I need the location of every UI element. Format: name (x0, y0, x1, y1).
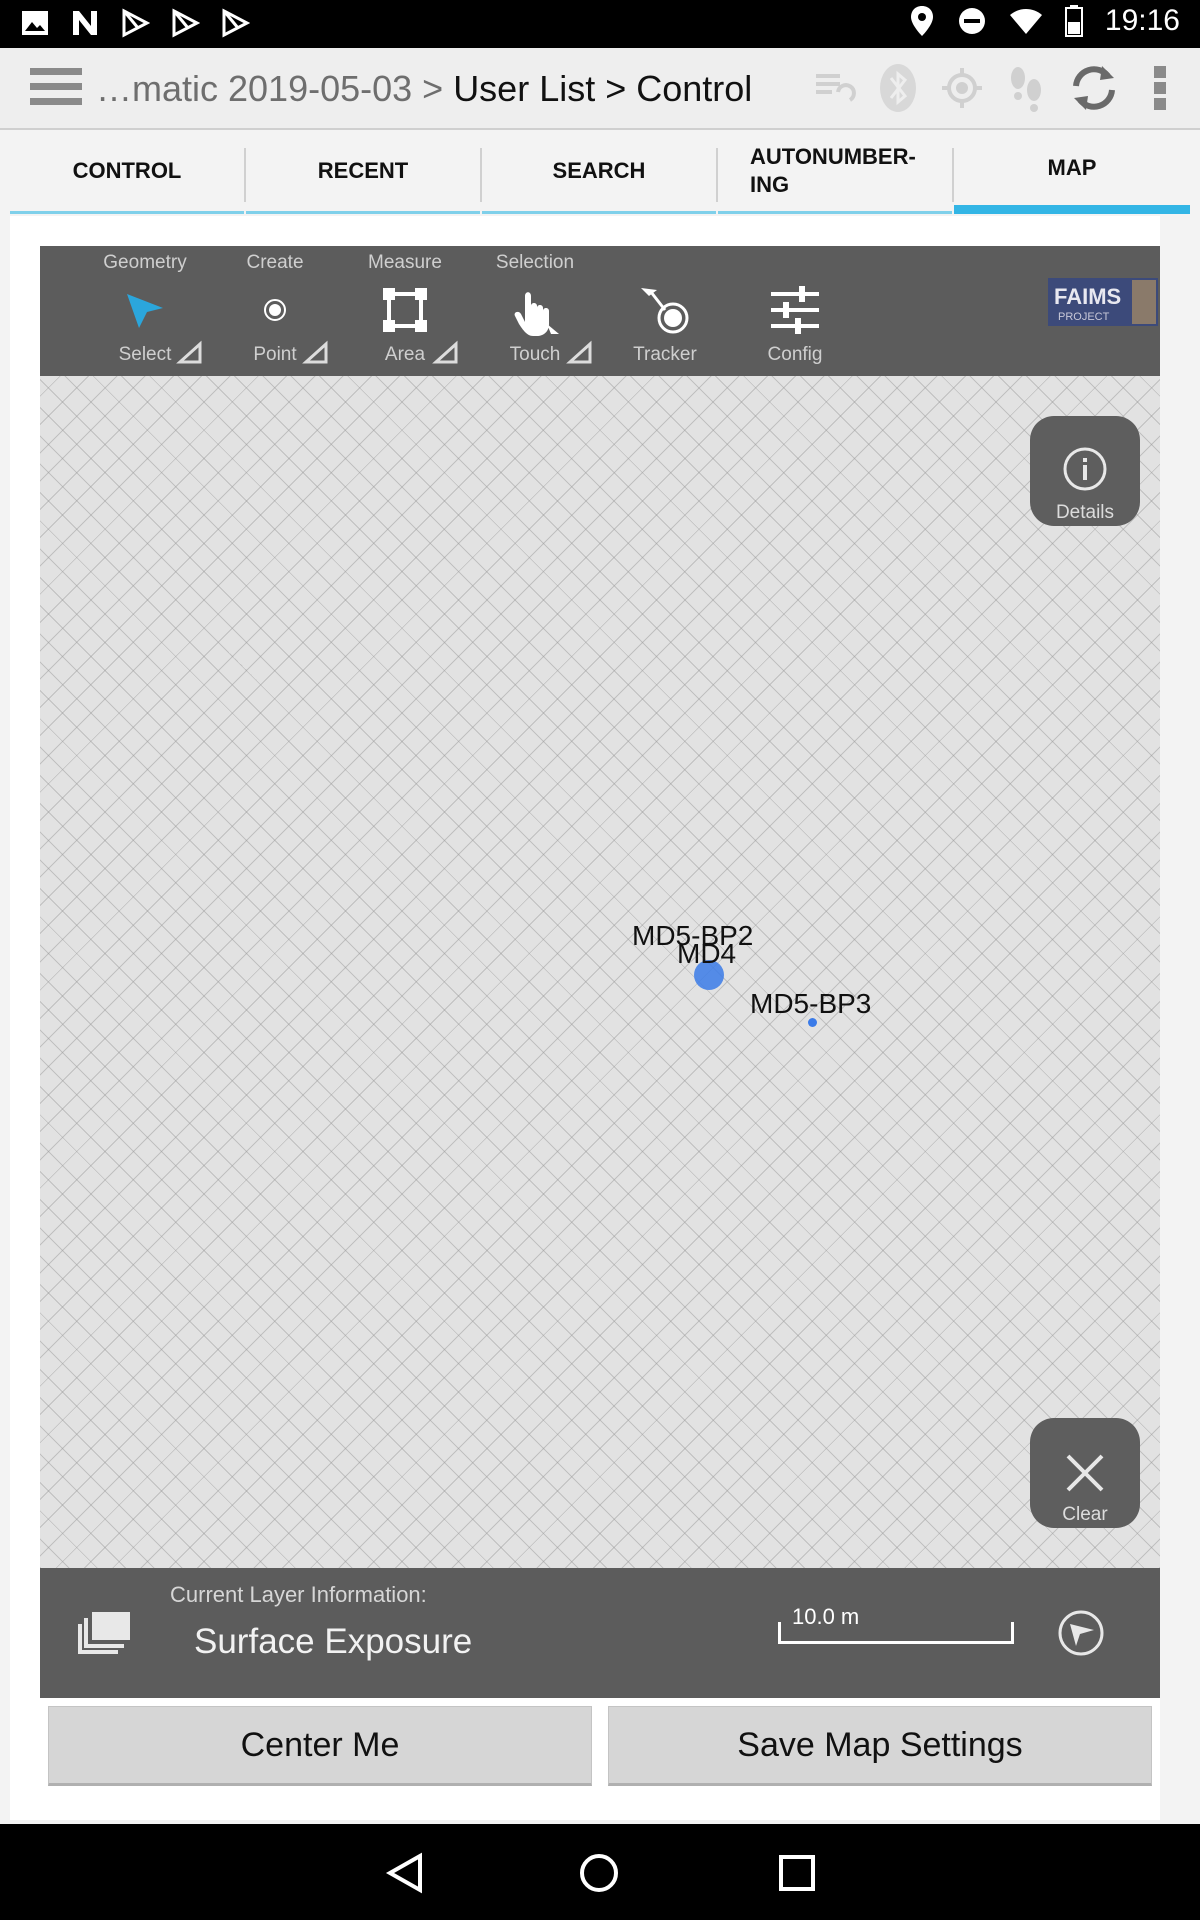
current-layer-name[interactable]: Surface Exposure (194, 1622, 472, 1662)
tracker-footsteps-icon[interactable] (1004, 64, 1048, 112)
tab-control[interactable]: CONTROL (10, 130, 244, 214)
tool-category: Create (246, 252, 304, 273)
sync-status-icon[interactable] (812, 66, 856, 110)
submenu-triangle-icon (432, 340, 458, 364)
details-label: Details (1055, 502, 1115, 523)
breadcrumb-parent[interactable]: …matic 2019-05-03 > (96, 68, 453, 109)
tab-autonumbering[interactable]: AUTONUMBER- ING (718, 130, 952, 214)
config-tool[interactable]: Config (730, 250, 860, 376)
tab-bar: CONTROL RECENT SEARCH AUTONUMBER- ING MA… (0, 130, 1200, 214)
play-store-icon (172, 8, 200, 38)
touch-icon (514, 292, 559, 336)
action-bar: …matic 2019-05-03 > User List > Control (0, 48, 1200, 130)
tab-map[interactable]: MAP (954, 130, 1190, 214)
gps-icon[interactable] (940, 66, 984, 110)
layer-caption: Current Layer Information: (170, 1582, 427, 1607)
clear-label: Clear (1062, 1504, 1108, 1525)
faims-logo: FAIMS PROJECT (1048, 278, 1158, 326)
tool-label: Point (253, 344, 297, 365)
submenu-triangle-icon (302, 340, 328, 364)
tracker-tool[interactable]: Tracker (600, 250, 730, 376)
svg-text:FAIMS: FAIMS (1054, 284, 1121, 309)
area-icon (383, 288, 427, 332)
save-map-settings-button[interactable]: Save Map Settings (608, 1706, 1152, 1786)
close-icon (1066, 1454, 1104, 1492)
select-tool[interactable]: Geometry Select (80, 250, 210, 376)
tool-label: Select (118, 344, 172, 365)
submenu-triangle-icon (176, 340, 202, 364)
status-bar: 19:16 (0, 0, 1200, 48)
refresh-icon[interactable] (1068, 62, 1120, 114)
do-not-disturb-icon (958, 8, 985, 34)
tab-search[interactable]: SEARCH (482, 130, 716, 214)
tool-category: Selection (495, 252, 575, 273)
location-icon (910, 6, 933, 36)
status-time: 19:16 (1104, 4, 1180, 37)
tool-category (600, 250, 730, 276)
compass-north-icon[interactable] (1056, 1608, 1106, 1658)
recents-icon[interactable] (776, 1852, 818, 1894)
tool-label: Tracker (633, 344, 697, 365)
layer-info-bar: Current Layer Information: Surface Expos… (40, 1568, 1160, 1698)
bluetooth-icon[interactable] (876, 62, 920, 114)
details-button[interactable]: Details (1030, 416, 1140, 526)
play-store-icon (222, 8, 250, 38)
config-sliders-icon (771, 286, 819, 334)
tab-recent[interactable]: RECENT (246, 130, 480, 214)
play-store-icon (122, 8, 150, 38)
system-nav-bar (0, 1824, 1200, 1920)
n-icon (73, 11, 97, 35)
battery-icon (1064, 5, 1083, 37)
breadcrumb-current: User List > Control (453, 68, 753, 109)
marker-label-md5-bp3: MD5-BP3 (750, 988, 872, 1019)
marker-label-md4: MD4 (677, 938, 737, 969)
tool-label: Area (384, 344, 426, 365)
area-tool[interactable]: Measure Area (340, 250, 470, 376)
overflow-menu-icon[interactable] (1140, 62, 1180, 114)
tracker-icon (641, 288, 689, 334)
scale-bar (778, 1622, 1014, 1644)
submenu-triangle-icon (566, 340, 592, 364)
center-me-button[interactable]: Center Me (48, 1706, 592, 1786)
map-canvas[interactable]: Details Clear MD5-BP2 MD4 MD5-BP3 (40, 376, 1160, 1568)
touch-tool[interactable]: Selection Touch (470, 250, 600, 376)
info-icon (1063, 447, 1107, 491)
tool-category (730, 250, 860, 276)
tool-label: Config (767, 344, 823, 365)
home-icon[interactable] (578, 1852, 620, 1894)
layers-icon[interactable] (78, 1610, 132, 1654)
map-toolbar: Geometry Select Create Point Measure Are… (40, 246, 1160, 376)
clear-button[interactable]: Clear (1030, 1418, 1140, 1528)
image-icon (22, 11, 48, 35)
tool-label: Touch (509, 344, 561, 365)
svg-text:PROJECT: PROJECT (1058, 311, 1110, 323)
tool-category: Measure (368, 252, 442, 273)
back-icon[interactable] (384, 1852, 426, 1894)
select-arrow-icon (127, 294, 163, 328)
menu-icon[interactable] (30, 68, 82, 110)
point-icon (264, 299, 286, 321)
tool-category: Geometry (103, 252, 187, 273)
wifi-icon (1009, 9, 1042, 34)
point-tool[interactable]: Create Point (210, 250, 340, 376)
breadcrumb: …matic 2019-05-03 > User List > Control (96, 68, 752, 110)
